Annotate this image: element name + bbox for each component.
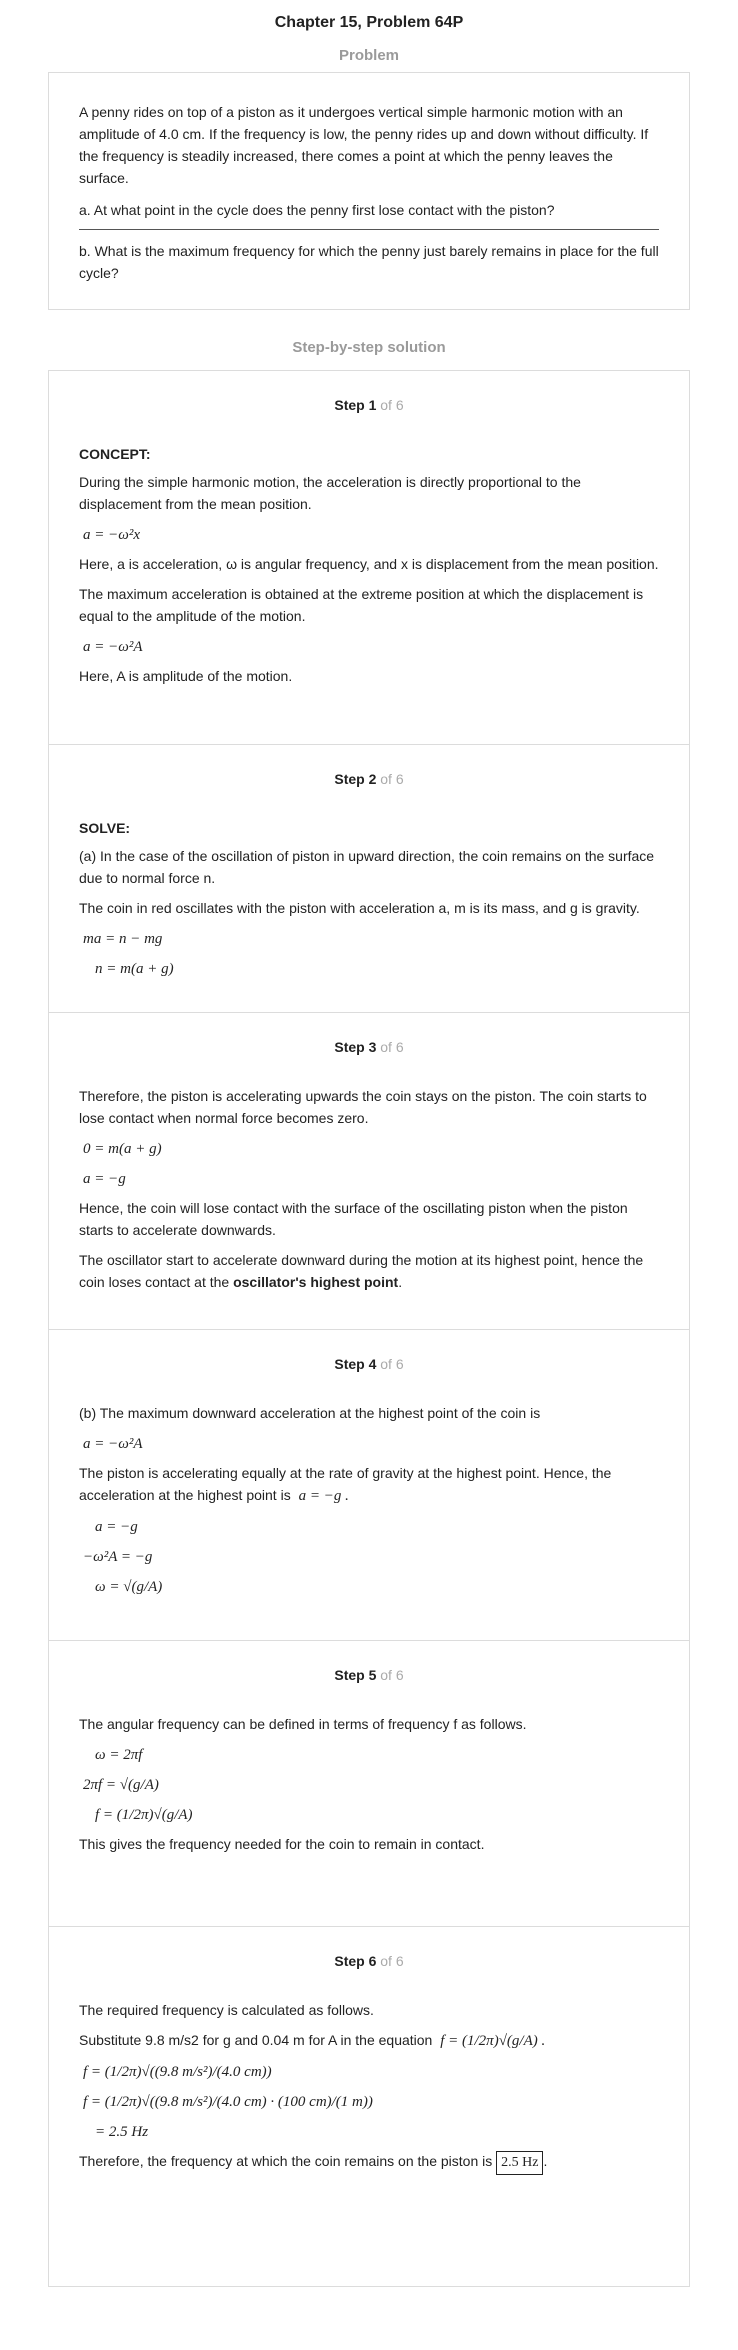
- step-card-5: Step 5 of 6 The angular frequency can be…: [48, 1641, 690, 1927]
- equation: ma = n − mg: [83, 931, 163, 947]
- equation: −ω²A = −g: [83, 1549, 153, 1565]
- step-card-4: Step 4 of 6 (b) The maximum downward acc…: [48, 1330, 690, 1641]
- step-text: Substitute 9.8 m/s2 for g and 0.04 m for…: [79, 2032, 546, 2049]
- equation: a = −ω²A: [83, 1436, 143, 1452]
- problem-text: A penny rides on top of a piston as it u…: [79, 104, 649, 186]
- equation: 2πf = √(g/A): [83, 1777, 159, 1793]
- solve-label: SOLVE:: [79, 820, 131, 836]
- equation: a = −ω²A: [83, 639, 143, 655]
- step-label: Step 1 of 6: [334, 397, 404, 413]
- step-label: Step 2 of 6: [334, 771, 404, 787]
- step-text: The required frequency is calculated as …: [79, 2002, 374, 2018]
- step-text: Therefore, the frequency at which the co…: [79, 2150, 659, 2175]
- solution-heading: Step-by-step solution: [292, 339, 446, 356]
- step-card-1: Step 1 of 6 CONCEPT: During the simple h…: [48, 370, 690, 745]
- equation: ω = √(g/A): [95, 1579, 163, 1595]
- step-text: The maximum acceleration is obtained at …: [79, 586, 644, 624]
- equation: f = (1/2π)√((9.8 m/s²)/(4.0 cm) · (100 c…: [83, 2094, 373, 2110]
- step-text: (b) The maximum downward acceleration at…: [79, 1405, 541, 1421]
- equation: = 2.5 Hz: [95, 2124, 149, 2140]
- step-text: During the simple harmonic motion, the a…: [79, 474, 581, 512]
- equation: f = (1/2π)√((9.8 m/s²)/(4.0 cm)): [83, 2064, 272, 2080]
- equation: f = (1/2π)√(g/A): [95, 1807, 193, 1823]
- step-text: The angular frequency can be defined in …: [79, 1716, 527, 1732]
- equation: 0 = m(a + g): [83, 1141, 162, 1157]
- page-title: Chapter 15, Problem 64P: [274, 14, 464, 31]
- step-text: Here, a is acceleration, ω is angular fr…: [79, 556, 659, 572]
- step-card-2: Step 2 of 6 SOLVE: (a) In the case of th…: [48, 745, 690, 1013]
- problem-card: A penny rides on top of a piston as it u…: [48, 72, 690, 310]
- step-card-6: Step 6 of 6 The required frequency is ca…: [48, 1927, 690, 2287]
- step-text: The oscillator start to accelerate downw…: [79, 1252, 644, 1290]
- step-text: Hence, the coin will lose contact with t…: [79, 1200, 628, 1238]
- step-text: The coin in red oscillates with the pist…: [79, 900, 640, 916]
- step-label: Step 5 of 6: [334, 1667, 404, 1683]
- step-text: The piston is accelerating equally at th…: [79, 1465, 612, 1504]
- step-text: (a) In the case of the oscillation of pi…: [79, 848, 655, 886]
- equation: a = −g: [95, 1519, 138, 1535]
- equation: a = −g: [83, 1171, 126, 1187]
- problem-part-a: a. At what point in the cycle does the p…: [79, 202, 555, 218]
- equation: n = m(a + g): [95, 961, 174, 977]
- step-label: Step 4 of 6: [334, 1356, 404, 1372]
- step-label: Step 6 of 6: [334, 1953, 404, 1969]
- equation: ω = 2πf: [95, 1747, 143, 1763]
- concept-label: CONCEPT:: [79, 446, 151, 462]
- problem-heading: Problem: [338, 47, 399, 64]
- answer-box: 2.5 Hz: [496, 2151, 544, 2175]
- problem-part-b: b. What is the maximum frequency for whi…: [79, 243, 659, 281]
- equation: a = −ω²x: [83, 527, 140, 543]
- step-text: Here, A is amplitude of the motion.: [79, 668, 293, 684]
- step-label: Step 3 of 6: [334, 1039, 404, 1055]
- step-card-3: Step 3 of 6 Therefore, the piston is acc…: [48, 1013, 690, 1330]
- step-text: Therefore, the piston is accelerating up…: [79, 1088, 647, 1126]
- divider: [79, 229, 659, 230]
- step-text: This gives the frequency needed for the …: [79, 1836, 485, 1852]
